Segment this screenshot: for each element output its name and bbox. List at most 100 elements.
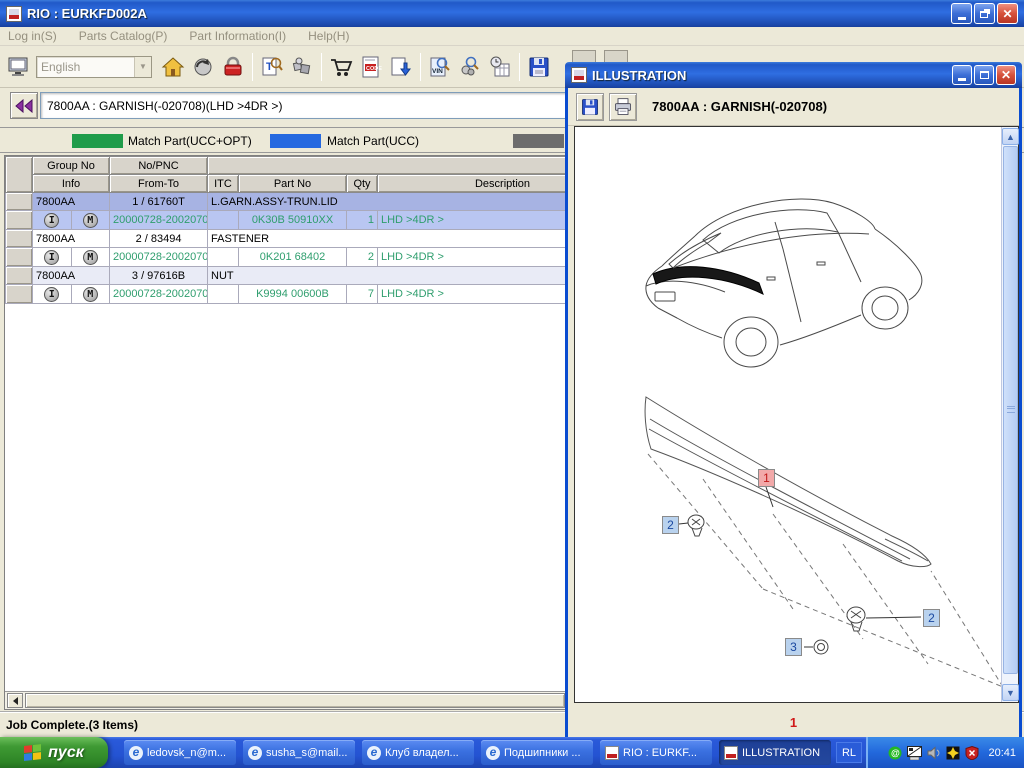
app-icon <box>571 67 587 83</box>
save-icon[interactable] <box>576 93 604 121</box>
scan-icon[interactable] <box>907 746 922 760</box>
menu-login[interactable]: Log in(S) <box>8 29 57 43</box>
taskbar-item-mail1[interactable]: e ledovsk_n@m... <box>124 740 236 765</box>
parts-icon[interactable] <box>287 51 317 83</box>
row-selector[interactable] <box>6 285 33 304</box>
menu-help[interactable]: Help(H) <box>308 29 349 43</box>
vin-search-icon[interactable]: VIN <box>425 51 455 83</box>
menu-part-information[interactable]: Part Information(I) <box>189 29 286 43</box>
row-selector[interactable] <box>6 211 33 230</box>
minimize-button[interactable] <box>952 65 972 85</box>
memo-button[interactable]: M <box>83 287 98 302</box>
volume-icon[interactable] <box>927 746 941 760</box>
text-search-icon[interactable]: T <box>257 51 287 83</box>
row-selector[interactable] <box>6 267 33 285</box>
row-selector[interactable] <box>6 193 33 211</box>
print-icon[interactable] <box>609 93 637 121</box>
legend-label-ucc: Match Part(UCC) <box>327 134 419 148</box>
callout-1[interactable]: 1 <box>758 469 775 487</box>
col-info[interactable]: Info <box>33 175 110 193</box>
garnish-diagram <box>630 389 1010 694</box>
table-row[interactable]: 7800AA 1 / 61760T L.GARN.ASSY-TRUN.LID <box>6 193 628 211</box>
scrollbar-thumb[interactable] <box>1003 146 1018 674</box>
table-row[interactable]: 7800AA 3 / 97616B NUT <box>6 267 628 285</box>
table-row[interactable]: I M 20000728-2002070 0K201 68402 2 LHD >… <box>6 248 628 267</box>
scroll-down-icon[interactable]: ▼ <box>1002 684 1019 701</box>
taskbar-item-rio[interactable]: RIO : EURKF... <box>600 740 712 765</box>
col-qty[interactable]: Qty <box>347 175 378 193</box>
callout-2-right[interactable]: 2 <box>923 609 940 627</box>
memo-button[interactable]: M <box>83 250 98 265</box>
hotkey-icon[interactable] <box>946 746 960 760</box>
schedule-icon[interactable] <box>485 51 515 83</box>
code-document-icon[interactable]: CODE <box>356 51 386 83</box>
callout-3[interactable]: 3 <box>785 638 802 656</box>
menubar: Log in(S) Parts Catalog(P) Part Informat… <box>0 27 1024 46</box>
back-button[interactable] <box>10 92 38 119</box>
callout-2-left[interactable]: 2 <box>662 516 679 534</box>
col-from-to[interactable]: From-To <box>110 175 208 193</box>
save-icon[interactable] <box>524 51 554 83</box>
col-group-no[interactable]: Group No <box>33 157 110 175</box>
col-part-no[interactable]: Part No <box>239 175 347 193</box>
row-selector[interactable] <box>6 230 33 248</box>
cell-pnc: 1 / 61760T <box>110 193 208 211</box>
legend-swatch-ucc-opt <box>72 134 123 148</box>
row-selector-header[interactable] <box>6 157 33 193</box>
cell-pnc: 3 / 97616B <box>110 267 208 285</box>
parts-search-icon[interactable] <box>455 51 485 83</box>
rotate-parts-icon[interactable] <box>188 51 218 83</box>
minimize-button[interactable] <box>951 3 972 24</box>
language-select[interactable]: English ▼ <box>36 56 152 78</box>
taskbar-item-illustration[interactable]: ILLUSTRATION <box>719 740 831 765</box>
scroll-left-icon[interactable] <box>7 693 23 708</box>
language-value: English <box>37 60 134 74</box>
home-icon[interactable] <box>158 51 188 83</box>
cart-icon[interactable] <box>326 51 356 83</box>
info-button[interactable]: I <box>44 250 59 265</box>
start-button[interactable]: пуск <box>0 737 108 768</box>
table-row[interactable]: 7800AA 2 / 83494 FASTENER <box>6 230 628 248</box>
menu-parts-catalog[interactable]: Parts Catalog(P) <box>79 29 168 43</box>
close-button[interactable]: ✕ <box>996 65 1016 85</box>
restore-button[interactable] <box>974 3 995 24</box>
start-label: пуск <box>48 744 84 762</box>
task-label: Клуб владел... <box>385 747 459 759</box>
cell-group: 7800AA <box>33 193 110 211</box>
illustration-footer: 1 <box>568 706 1019 738</box>
chevron-down-icon[interactable]: ▼ <box>134 57 151 77</box>
cell-part-no: K9994 00600B <box>239 285 347 304</box>
info-button[interactable]: I <box>44 213 59 228</box>
col-itc[interactable]: ITC <box>208 175 239 193</box>
maximize-button[interactable] <box>974 65 994 85</box>
lock-icon[interactable] <box>218 51 248 83</box>
info-button[interactable]: I <box>44 287 59 302</box>
tray-clock[interactable]: 20:41 <box>988 747 1016 759</box>
ie-icon: e <box>486 746 500 760</box>
scrollbar-thumb[interactable] <box>25 693 565 708</box>
task-label: ILLUSTRATION <box>742 747 820 759</box>
ie-icon: e <box>367 746 381 760</box>
cell-qty: 7 <box>347 285 378 304</box>
language-indicator[interactable]: RL <box>836 742 862 763</box>
col-no-pnc[interactable]: No/PNC <box>110 157 208 175</box>
icq-icon[interactable]: @ <box>888 746 902 760</box>
cell-group: 7800AA <box>33 267 110 285</box>
row-selector[interactable] <box>6 248 33 267</box>
export-save-icon[interactable] <box>386 51 416 83</box>
illustration-titlebar[interactable]: ILLUSTRATION ✕ <box>565 62 1022 88</box>
cell-qty: 1 <box>347 211 378 230</box>
antivirus-shield-icon[interactable] <box>965 746 979 760</box>
table-row[interactable]: I M 20000728-2002070 K9994 00600B 7 LHD … <box>6 285 628 304</box>
vertical-scrollbar[interactable]: ▲ ▼ <box>1001 127 1018 702</box>
main-titlebar[interactable]: RIO : EURKFD002A ✕ <box>0 0 1024 27</box>
network-monitor-icon[interactable] <box>4 51 34 83</box>
taskbar-item-club[interactable]: e Клуб владел... <box>362 740 474 765</box>
taskbar-item-mail2[interactable]: e susha_s@mail... <box>243 740 355 765</box>
scroll-up-icon[interactable]: ▲ <box>1002 128 1019 145</box>
cell-itc <box>208 211 239 230</box>
memo-button[interactable]: M <box>83 213 98 228</box>
close-button[interactable]: ✕ <box>997 3 1018 24</box>
table-row[interactable]: I M 20000728-2002070 0K30B 50910XX 1 LHD… <box>6 211 628 230</box>
taskbar-item-bearings[interactable]: e Подшипники ... <box>481 740 593 765</box>
